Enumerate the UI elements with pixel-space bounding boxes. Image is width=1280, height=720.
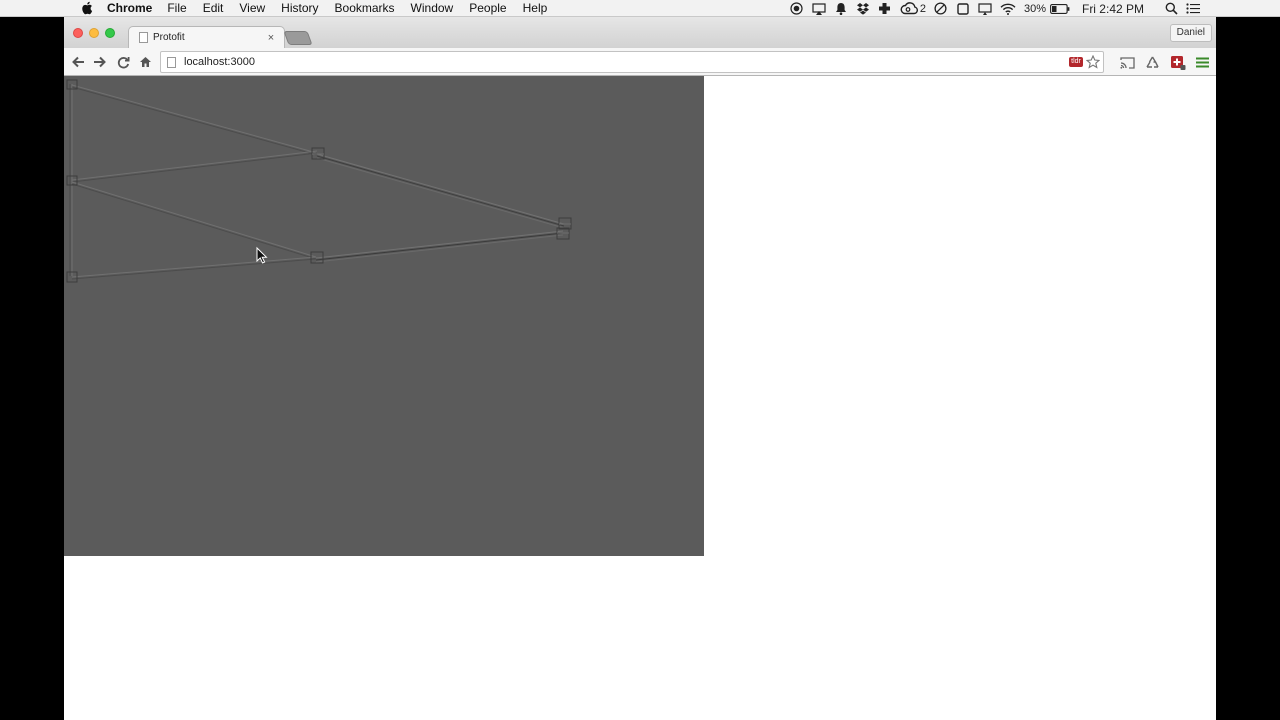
menu-bookmarks[interactable]: Bookmarks <box>335 1 395 15</box>
new-tab-button[interactable] <box>283 31 313 45</box>
creative-cloud-badge: 2 <box>919 2 926 15</box>
record-icon[interactable] <box>790 2 804 15</box>
notification-center-icon[interactable] <box>1186 2 1200 15</box>
menu-view[interactable]: View <box>239 1 265 15</box>
wire-edge <box>71 84 318 154</box>
profile-button[interactable]: Daniel <box>1169 24 1212 42</box>
menu-people[interactable]: People <box>469 1 506 15</box>
window-close-button[interactable] <box>73 28 83 38</box>
notification-bell-icon[interactable] <box>834 2 848 15</box>
do-not-disturb-icon[interactable] <box>934 2 948 15</box>
menu-window[interactable]: Window <box>411 1 454 15</box>
wire-edge <box>71 256 317 278</box>
window-zoom-button[interactable] <box>105 28 115 38</box>
browser-titlebar: Protofit × Daniel <box>64 17 1216 48</box>
battery-percentage: 30% <box>1023 2 1046 15</box>
apple-icon[interactable] <box>80 1 94 15</box>
spotlight-search-icon[interactable] <box>1164 2 1178 15</box>
menu-history[interactable]: History <box>281 1 318 15</box>
page-icon <box>167 56 176 68</box>
wifi-icon[interactable] <box>1000 2 1016 15</box>
chrome-menu-icon[interactable] <box>1194 55 1210 70</box>
creative-cloud-icon[interactable] <box>900 2 918 15</box>
address-bar[interactable]: tldr <box>160 51 1104 73</box>
menu-edit[interactable]: Edit <box>203 1 224 15</box>
wire-edge <box>315 230 564 259</box>
wireframe-drawing[interactable] <box>64 76 704 556</box>
browser-tab-protofit[interactable]: Protofit × <box>128 26 285 48</box>
back-button[interactable] <box>70 54 86 70</box>
page-favicon-icon <box>139 32 148 43</box>
status-area: 2 30% Fri 2:42 PM <box>790 0 1280 17</box>
window-minimize-button[interactable] <box>89 28 99 38</box>
menu-file[interactable]: File <box>167 1 186 15</box>
battery-icon[interactable] <box>1050 2 1070 15</box>
bookmark-star-icon[interactable] <box>1086 55 1100 69</box>
reload-button[interactable] <box>115 54 131 70</box>
forward-button[interactable] <box>92 54 108 70</box>
red-puzzle-extension-icon[interactable] <box>1170 55 1186 70</box>
tab-close-icon[interactable]: × <box>266 32 276 43</box>
dropbox-icon[interactable] <box>856 2 870 15</box>
menubar-clock[interactable]: Fri 2:42 PM <box>1082 2 1144 16</box>
window-square-icon[interactable] <box>956 2 970 15</box>
wire-edge <box>71 181 317 258</box>
home-button[interactable] <box>137 54 153 70</box>
wireframe-canvas[interactable] <box>64 76 704 556</box>
wire-edge <box>71 150 318 181</box>
tab-title: Protofit <box>153 32 185 43</box>
plus-cross-icon[interactable] <box>878 2 892 15</box>
menu-app-name[interactable]: Chrome <box>107 1 152 15</box>
cast-icon[interactable] <box>1119 55 1135 70</box>
browser-toolbar: tldr <box>64 48 1216 76</box>
menu-help[interactable]: Help <box>523 1 548 15</box>
url-input[interactable] <box>184 56 1069 68</box>
browser-window: Protofit × Daniel tldr <box>64 17 1216 720</box>
page-viewport <box>64 76 1216 720</box>
airplay-icon[interactable] <box>812 2 826 15</box>
wire-edge <box>316 153 565 225</box>
tldr-extension-icon[interactable]: tldr <box>1069 57 1083 67</box>
macos-menu-bar: Chrome File Edit View History Bookmarks … <box>0 0 1280 17</box>
recycle-extension-icon[interactable] <box>1144 55 1160 70</box>
display-mirroring-icon[interactable] <box>978 2 992 15</box>
